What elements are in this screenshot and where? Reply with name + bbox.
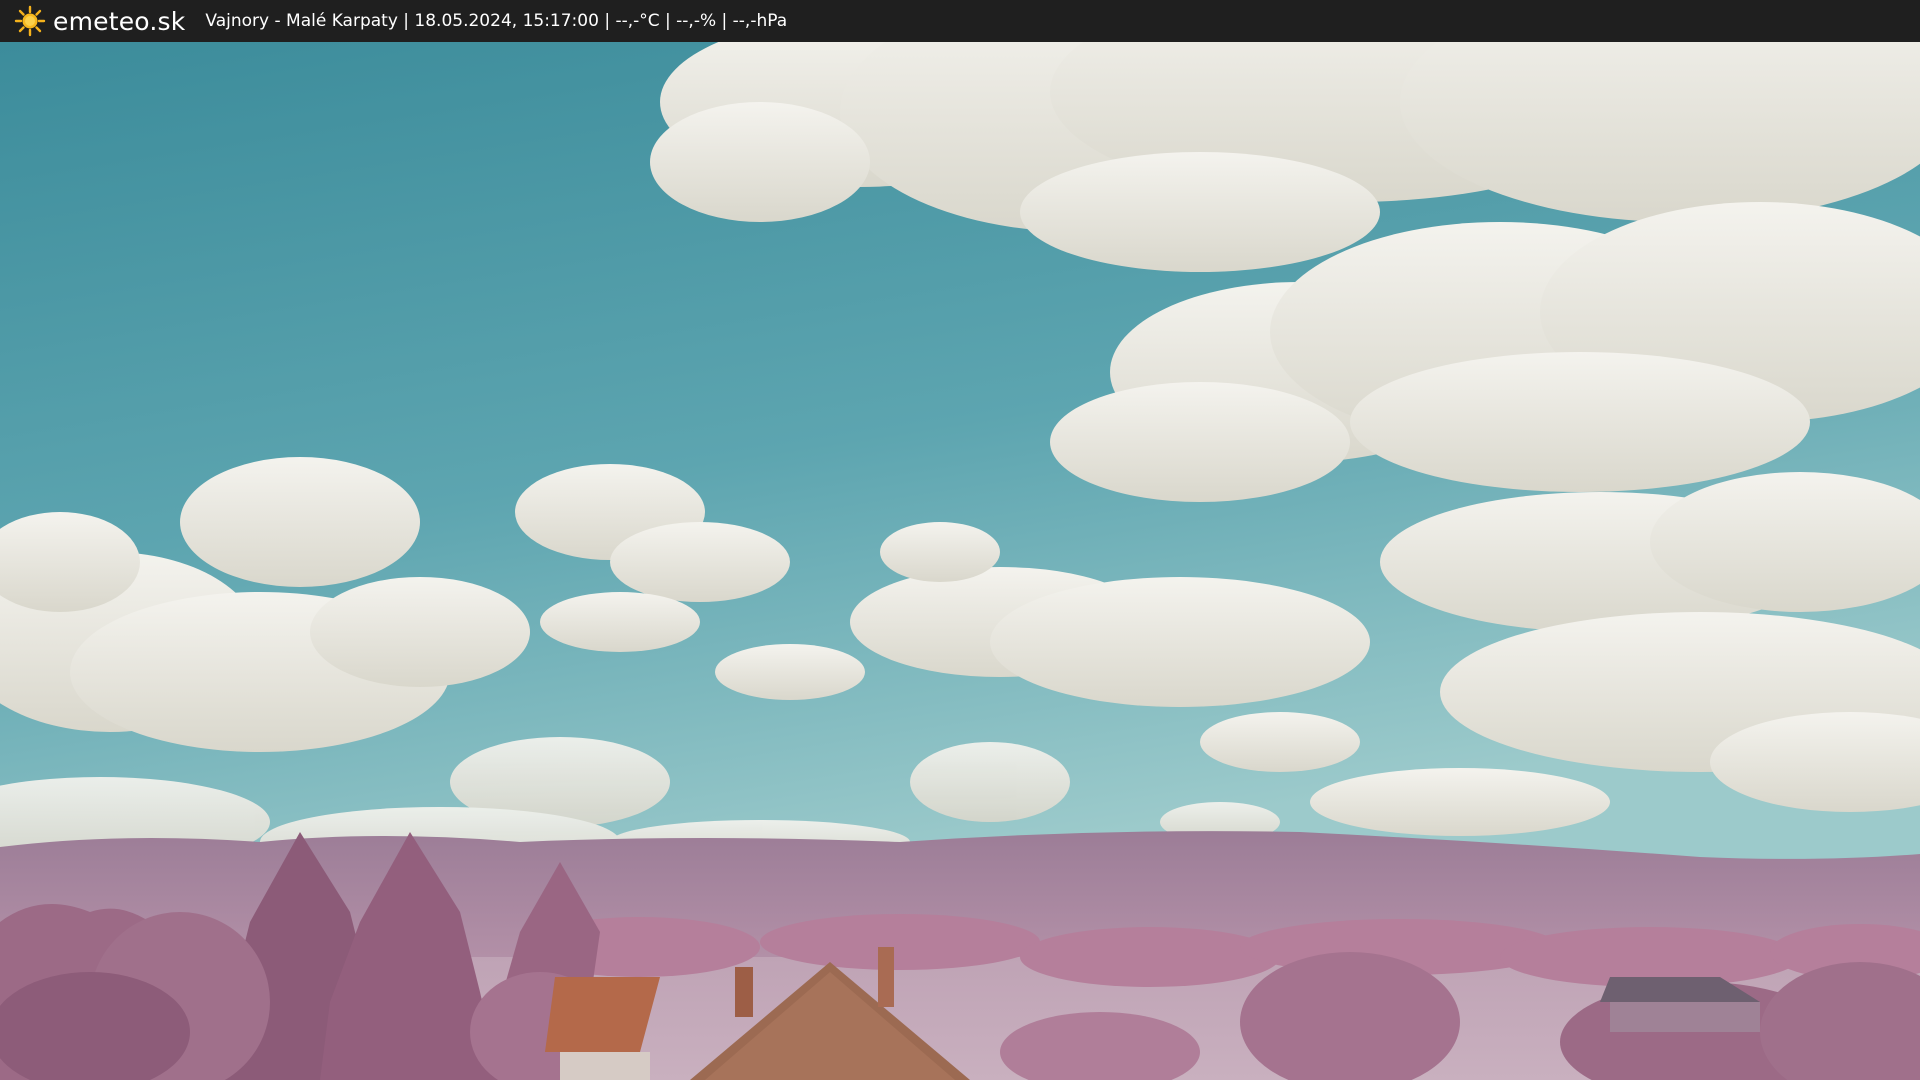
sun-icon [14, 5, 46, 37]
camera-caption: Vajnory - Malé Karpaty | 18.05.2024, 15:… [205, 11, 788, 31]
header-bar: emeteo.sk Vajnory - Malé Karpaty | 18.05… [0, 0, 1920, 42]
webcam-scene [0, 42, 1920, 1080]
webcam-frame: emeteo.sk Vajnory - Malé Karpaty | 18.05… [0, 0, 1920, 1080]
webcam-image [0, 42, 1920, 1080]
brand-logo[interactable]: emeteo.sk [14, 5, 185, 37]
brand-name: emeteo.sk [53, 6, 186, 36]
house-roof-small [545, 977, 660, 1080]
